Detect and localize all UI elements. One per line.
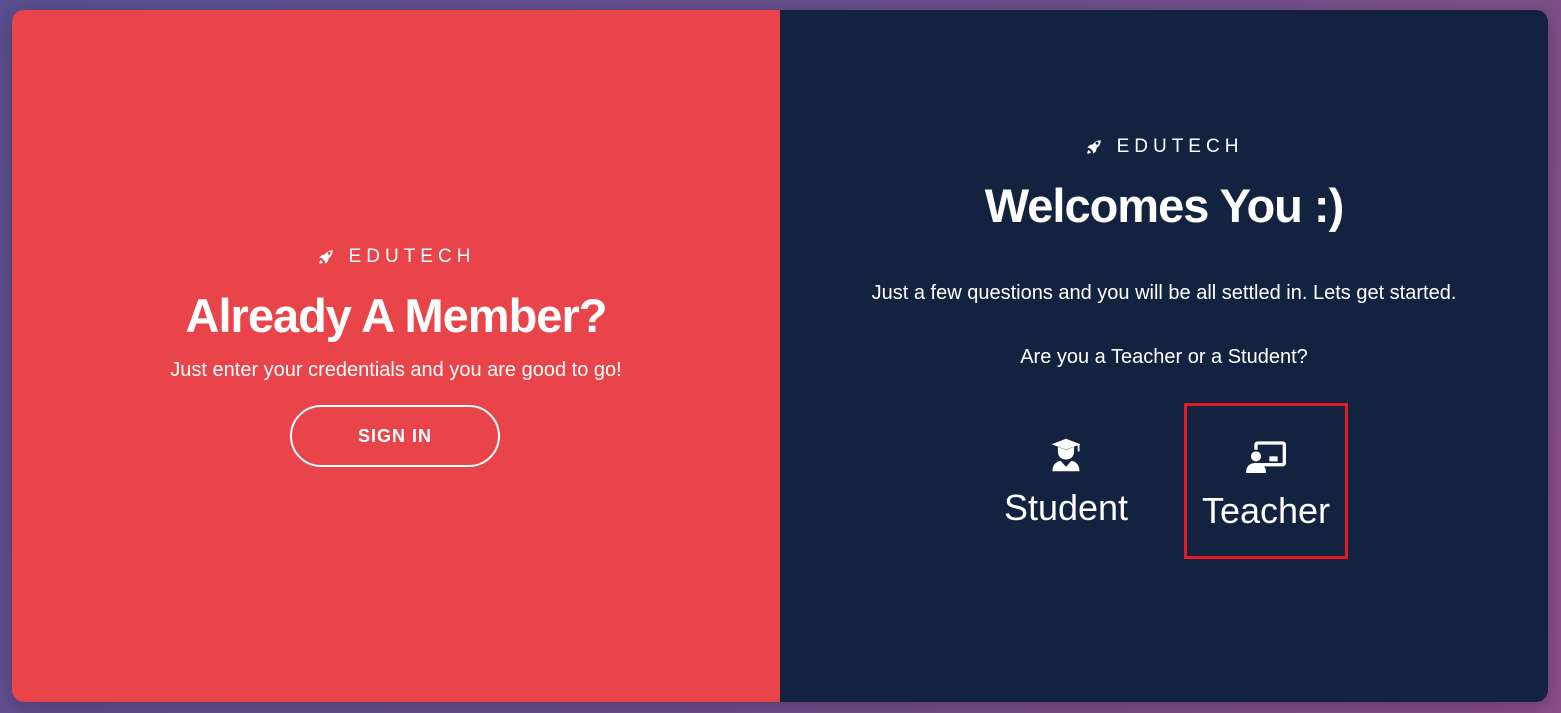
brand-name: EDUTECH: [1116, 136, 1244, 157]
auth-card: EDUTECH Already A Member? Just enter you…: [12, 10, 1548, 702]
signin-subtitle: Just enter your credentials and you are …: [170, 359, 622, 381]
role-option-teacher[interactable]: Teacher: [1184, 403, 1348, 559]
welcome-description: Just a few questions and you will be all…: [871, 282, 1457, 304]
signin-panel: EDUTECH Already A Member? Just enter you…: [12, 10, 780, 702]
signup-panel: EDUTECH Welcomes You :) Just a few quest…: [780, 10, 1548, 702]
sign-in-button[interactable]: SIGN IN: [290, 405, 500, 467]
role-label-teacher: Teacher: [1201, 490, 1331, 531]
graduate-icon: [1046, 435, 1086, 475]
brand-name: EDUTECH: [348, 246, 476, 267]
role-option-student[interactable]: Student: [984, 403, 1148, 559]
rocket-icon: [318, 250, 333, 264]
role-label-student: Student: [1003, 487, 1129, 528]
brand-logo: EDUTECH: [12, 246, 780, 268]
signin-title: Already A Member?: [185, 289, 608, 342]
rocket-icon: [1086, 140, 1101, 154]
welcome-title: Welcomes You :): [984, 179, 1344, 232]
teacher-board-icon: [1246, 438, 1286, 478]
role-question: Are you a Teacher or a Student?: [1020, 346, 1308, 368]
brand-logo: EDUTECH: [780, 136, 1548, 158]
